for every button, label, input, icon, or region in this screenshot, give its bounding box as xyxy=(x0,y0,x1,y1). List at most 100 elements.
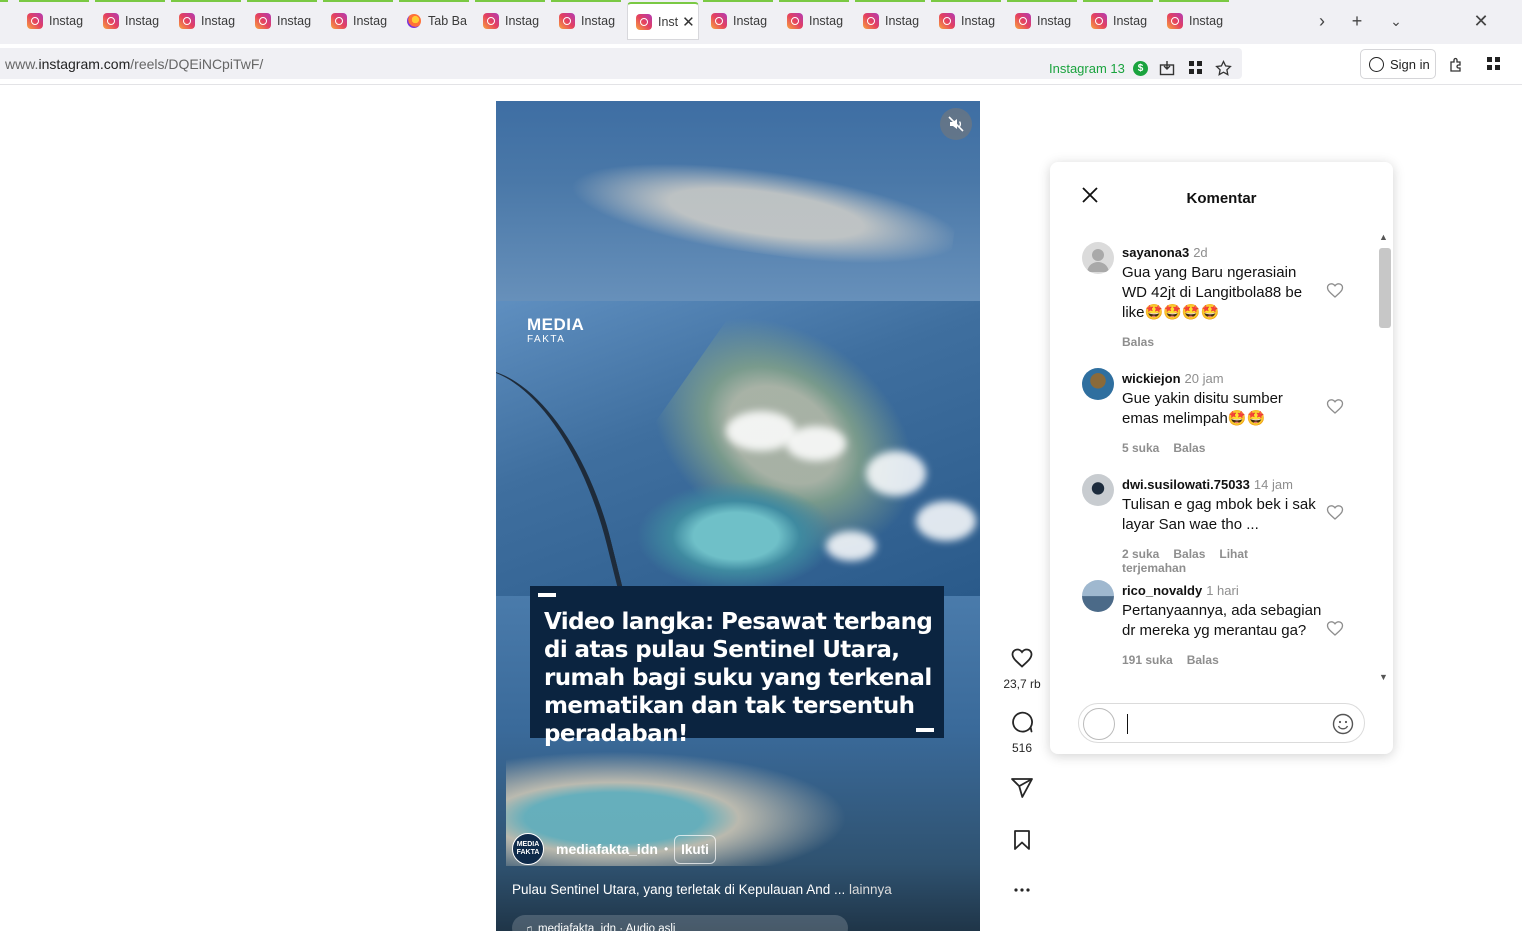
instagram-icon xyxy=(1167,13,1183,29)
comment-text: Gua yang Baru ngerasiain WD 42jt di Lang… xyxy=(1122,264,1303,321)
browser-tab[interactable]: Instag xyxy=(95,0,165,40)
comment-like-heart-icon[interactable] xyxy=(1326,398,1344,414)
emoji-smiley-icon[interactable] xyxy=(1332,713,1354,735)
tab-label: Instag xyxy=(885,14,920,28)
url-text: www.instagram.com/reels/DQEiNCpiTwF/ xyxy=(5,56,264,72)
comment-like-heart-icon[interactable] xyxy=(1326,620,1344,636)
audio-link[interactable]: ♫ mediafakta_idn · Audio asli xyxy=(512,915,848,941)
comment-action[interactable]: 516 xyxy=(1000,710,1044,755)
media-fakta-watermark: MEDIA FAKTA xyxy=(527,315,585,345)
comment-username[interactable]: wickiejon xyxy=(1122,371,1181,386)
more-link[interactable]: lainnya xyxy=(849,882,892,897)
comment-time: 2d xyxy=(1193,245,1208,260)
bookmark-star-icon[interactable] xyxy=(1214,59,1232,78)
browser-tab[interactable]: Instag xyxy=(931,0,1001,40)
comment-like-count: 5 suka xyxy=(1122,441,1160,455)
download-page-icon[interactable] xyxy=(1158,60,1176,78)
reply-link[interactable]: Balas xyxy=(1173,547,1205,561)
comments-scrollbar[interactable]: ▲ ▼ xyxy=(1377,232,1391,687)
new-tab-button[interactable]: + xyxy=(1346,10,1368,32)
comments-title: Komentar xyxy=(1186,190,1257,207)
tab-label: Instag xyxy=(201,14,236,28)
tab-label: Instag xyxy=(1113,14,1148,28)
comment-input-field[interactable] xyxy=(1078,703,1365,743)
browser-tab[interactable]: Instag xyxy=(323,0,393,40)
share-action[interactable] xyxy=(1000,776,1044,805)
tab-list-chevron-down-icon[interactable]: ⌄ xyxy=(1385,10,1407,32)
navigation-toolbar: www.instagram.com/reels/DQEiNCpiTwF/ Ins… xyxy=(0,44,1522,85)
browser-tab[interactable]: Instag xyxy=(855,0,925,40)
comment-like-count: 191 suka xyxy=(1122,653,1173,667)
comment-avatar[interactable] xyxy=(1082,580,1114,612)
firefox-icon xyxy=(407,14,421,28)
comment-like-heart-icon[interactable] xyxy=(1326,504,1344,520)
video-caption-overlay: Video langka: Pesawat terbang di atas pu… xyxy=(530,586,944,747)
sign-in-label: Sign in xyxy=(1390,56,1430,72)
address-bar[interactable]: www.instagram.com/reels/DQEiNCpiTwF/ Ins… xyxy=(0,48,1242,79)
browser-tab[interactable]: Instag xyxy=(703,0,773,40)
sign-in-button[interactable]: Sign in xyxy=(1360,49,1436,79)
window-close-icon[interactable]: ✕ xyxy=(1470,10,1492,32)
author-username[interactable]: mediafakta_idn xyxy=(556,841,658,857)
scroll-tabs-right-icon[interactable]: › xyxy=(1311,10,1333,32)
browser-tab[interactable]: Inst ✕ xyxy=(627,2,699,40)
menu-grid-icon[interactable] xyxy=(1484,56,1502,74)
comment-like-heart-icon[interactable] xyxy=(1326,282,1344,298)
follow-button[interactable]: Ikuti xyxy=(674,834,716,864)
scroll-up-icon[interactable]: ▲ xyxy=(1379,232,1388,242)
browser-tab[interactable]: Tab Ba xyxy=(399,0,469,40)
comment-time: 20 jam xyxy=(1184,371,1224,386)
instagram-icon xyxy=(331,13,347,29)
reply-link[interactable]: Balas xyxy=(1173,441,1205,455)
browser-tab[interactable] xyxy=(0,0,8,40)
close-tab-icon[interactable]: ✕ xyxy=(682,13,695,31)
tab-label: Tab Ba xyxy=(428,14,467,28)
instagram-icon xyxy=(103,13,119,29)
instagram-icon xyxy=(179,13,195,29)
heart-icon xyxy=(1011,648,1033,668)
comment-avatar[interactable] xyxy=(1082,242,1114,274)
scroll-down-icon[interactable]: ▼ xyxy=(1379,672,1388,682)
browser-tab[interactable]: Instag xyxy=(475,0,545,40)
comment-username[interactable]: dwi.susilowati.75033 xyxy=(1122,477,1250,492)
tab-label: Instag xyxy=(505,14,540,28)
comment-username[interactable]: rico_novaldy xyxy=(1122,583,1202,598)
save-action[interactable] xyxy=(1000,828,1044,857)
comment-avatar[interactable] xyxy=(1082,474,1114,506)
reel-description: Pulau Sentinel Utara, yang terletak di K… xyxy=(512,882,892,897)
browser-tab[interactable]: Instag xyxy=(247,0,317,40)
reply-link[interactable]: Balas xyxy=(1187,653,1219,667)
tab-label: Instag xyxy=(125,14,160,28)
instagram-icon xyxy=(255,13,271,29)
browser-tab[interactable]: Instag xyxy=(1159,0,1229,40)
browser-tab[interactable]: Instag xyxy=(19,0,89,40)
extension-badge-label[interactable]: Instagram 13 xyxy=(1049,61,1125,76)
like-action[interactable]: 23,7 rb xyxy=(1000,646,1044,691)
comment-like-count: 2 suka xyxy=(1122,547,1160,561)
tab-label: Instag xyxy=(49,14,84,28)
comments-panel: Komentar sayanona3 2d Gua yang Baru ngera… xyxy=(1050,162,1393,754)
author-avatar[interactable]: MEDIA FAKTA xyxy=(512,833,544,865)
extensions-puzzle-icon[interactable] xyxy=(1447,56,1465,74)
instagram-icon xyxy=(1091,13,1107,29)
reply-link[interactable]: Balas xyxy=(1122,335,1154,349)
scrollbar-thumb[interactable] xyxy=(1379,248,1391,328)
mute-toggle-button[interactable] xyxy=(940,108,972,140)
comment-text: Tulisan e gag mbok bek i sak layar San w… xyxy=(1122,496,1316,533)
comment-username[interactable]: sayanona3 xyxy=(1122,245,1189,260)
send-paper-plane-icon xyxy=(1011,778,1033,798)
more-options-action[interactable] xyxy=(1000,880,1044,905)
browser-tab[interactable]: Instag xyxy=(551,0,621,40)
browser-tab[interactable]: Instag xyxy=(1007,0,1077,40)
reel-video[interactable] xyxy=(496,101,980,931)
dollar-icon[interactable]: $ xyxy=(1133,61,1148,76)
browser-tab[interactable]: Instag xyxy=(171,0,241,40)
separator-dot: • xyxy=(663,842,669,856)
comment-avatar[interactable] xyxy=(1082,368,1114,400)
tab-strip: Instag Instag Instag Instag Instag Tab Ba Inst… xyxy=(0,0,1522,44)
comment-time: 14 jam xyxy=(1253,477,1293,492)
browser-tab[interactable]: Instag xyxy=(1083,0,1153,40)
account-icon xyxy=(1369,56,1384,72)
browser-tab[interactable]: Instag xyxy=(779,0,849,40)
apps-grid-icon[interactable] xyxy=(1186,60,1204,78)
